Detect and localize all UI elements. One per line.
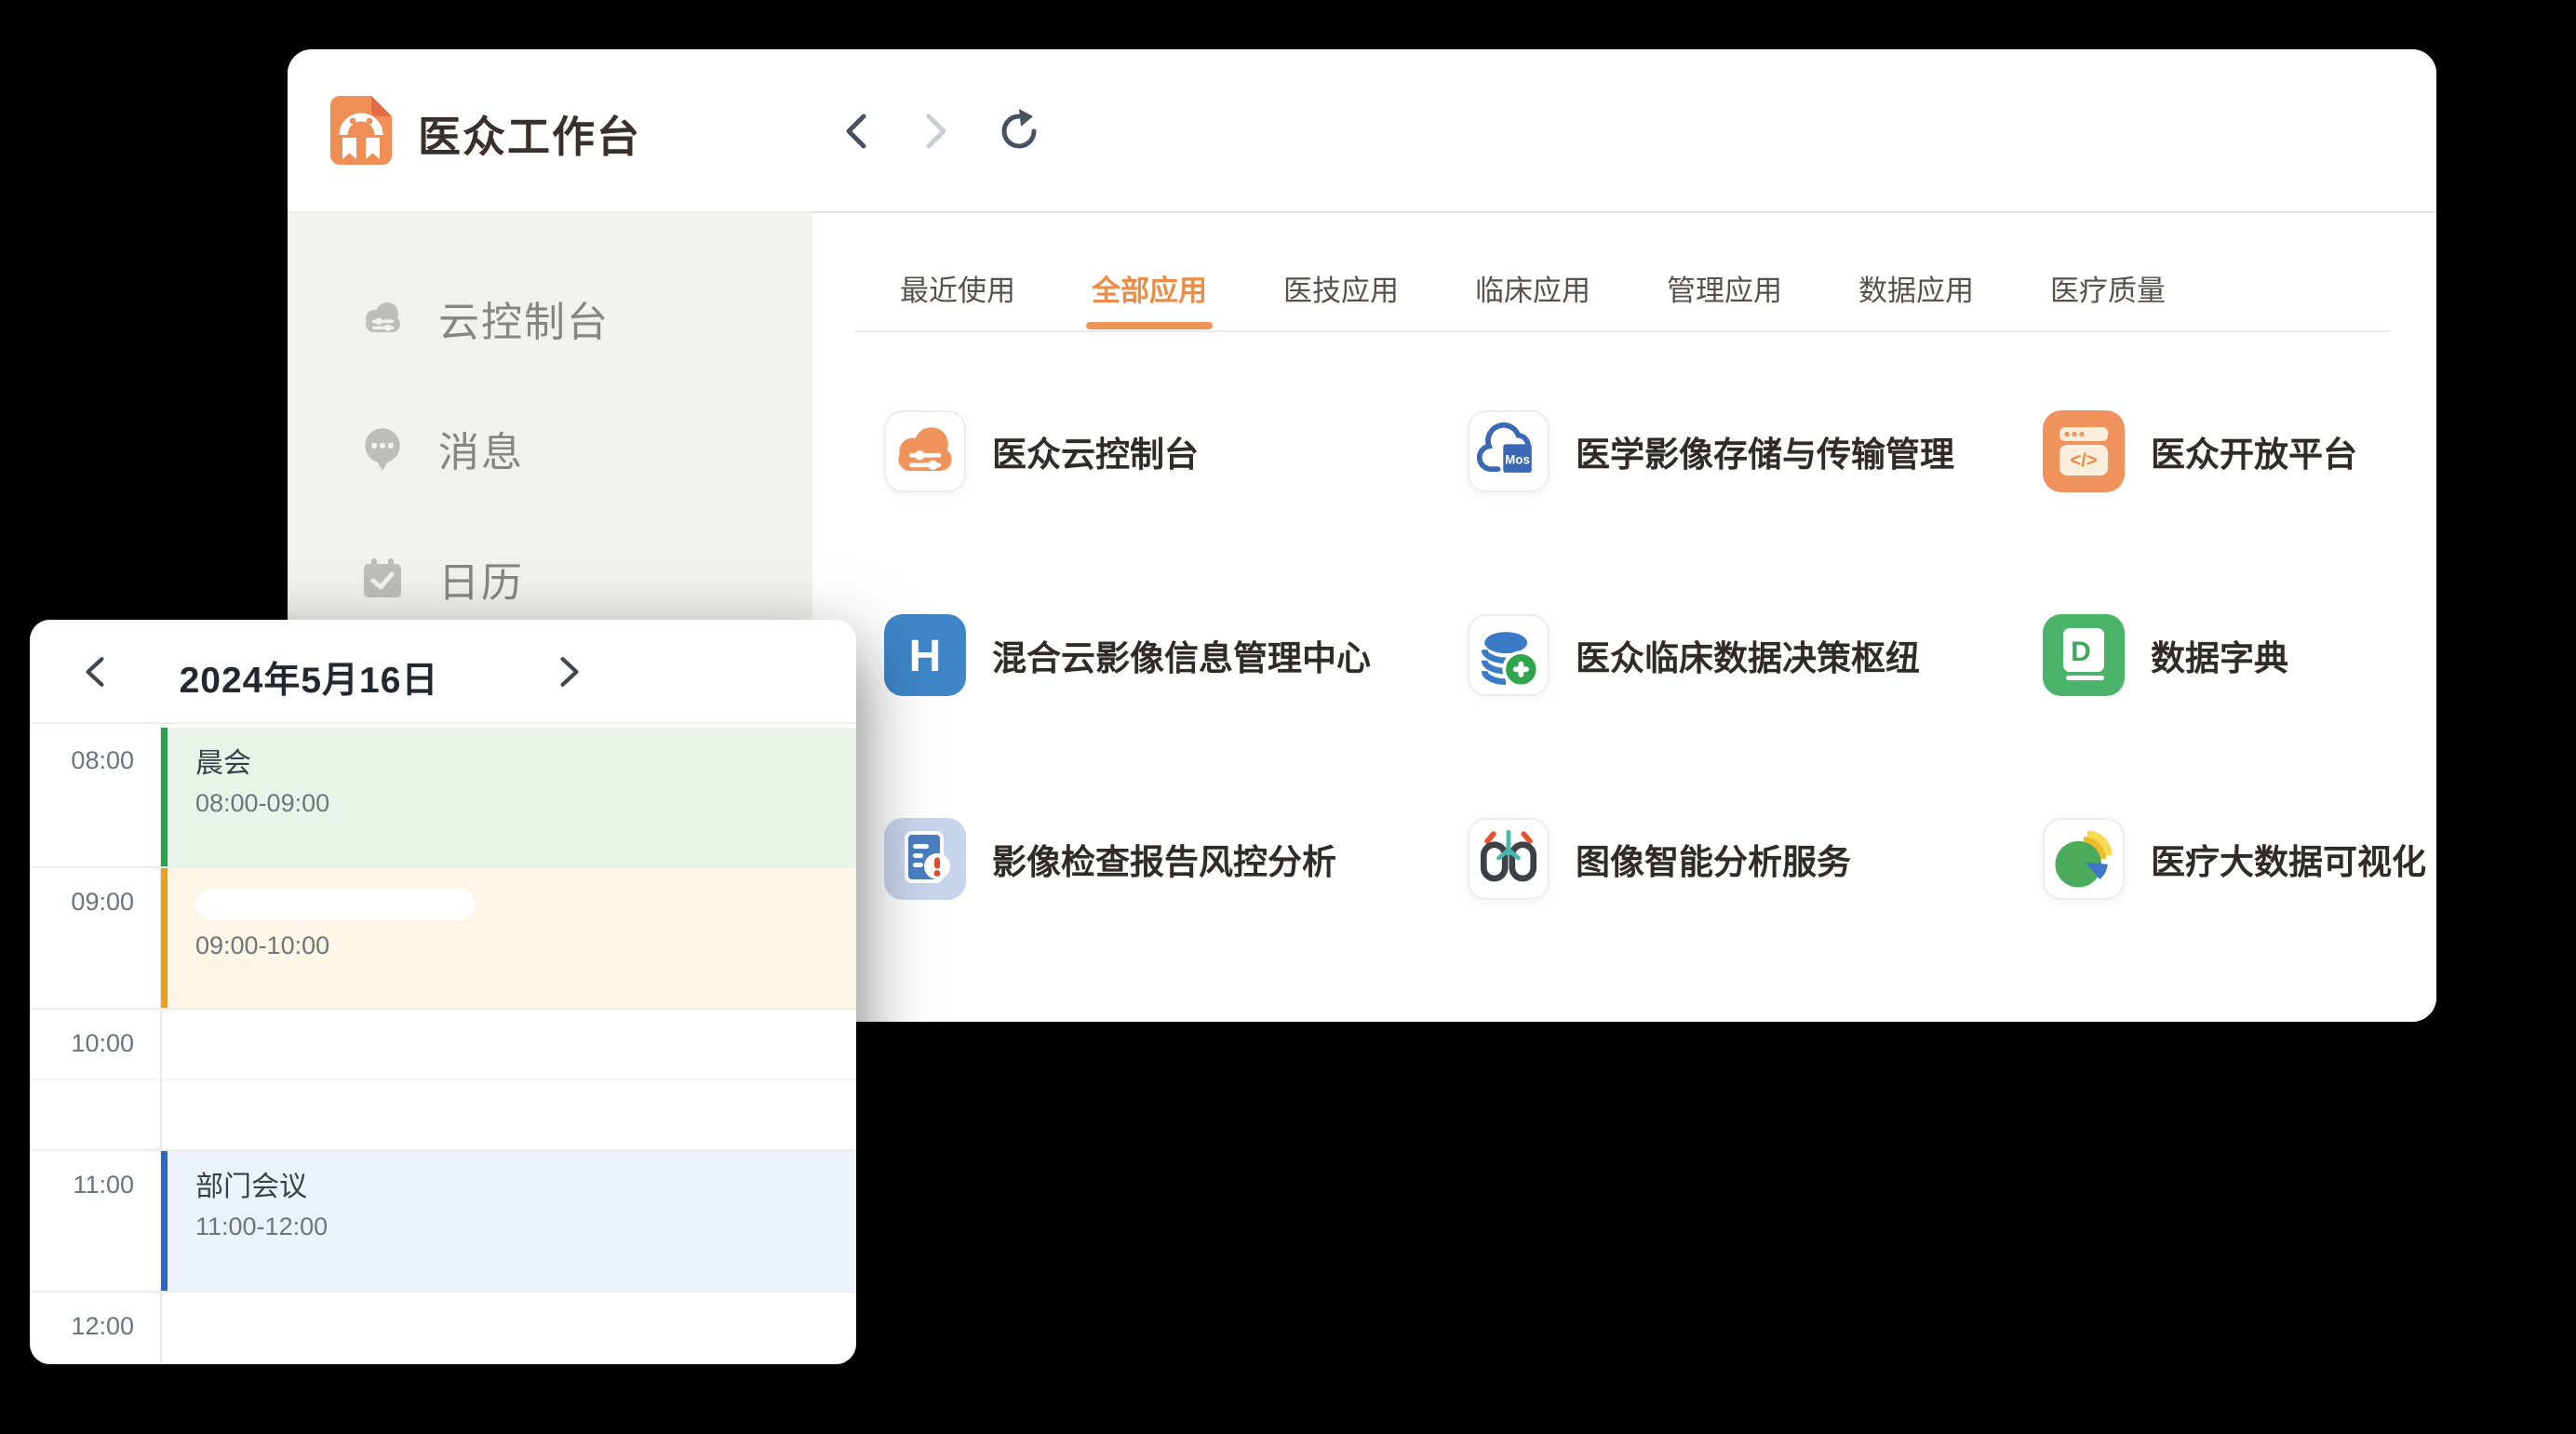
time-label: 10:00: [30, 1029, 134, 1058]
app-label: 医众开放平台: [2151, 426, 2357, 476]
sidebar-item-calendar[interactable]: 日历: [356, 550, 524, 608]
app-label: 影像检查报告风控分析: [992, 834, 1336, 884]
window-header: 医众工作台: [288, 49, 2436, 211]
app-label: 数据字典: [2151, 630, 2288, 680]
calendar-header: 2024年5月16日: [30, 620, 856, 724]
app-label: 医众云控制台: [992, 426, 1199, 476]
chevron-left-icon: [849, 116, 864, 146]
tab-recent[interactable]: 最近使用: [900, 267, 1015, 329]
orange-cloud-sliders-icon: [884, 410, 966, 492]
event-time: 11:00-12:00: [195, 1213, 856, 1241]
green-dictionary-icon: D: [2043, 614, 2125, 696]
event-title: 部门会议: [195, 1170, 856, 1205]
content-area: 最近使用 全部应用 医技应用 临床应用 管理应用 数据应用 医疗质量 医众云控: [812, 213, 2436, 1022]
event-time: 08:00-09:00: [195, 789, 856, 818]
hour-gridline: [30, 1008, 856, 1010]
tab-data-apps[interactable]: 数据应用: [1858, 267, 1974, 329]
sidebar-item-label: 云控制台: [438, 288, 610, 348]
calendar-panel: 2024年5月16日 08:00 09:00 10:00 11:00 12:00…: [30, 620, 856, 1364]
calendar-body: 08:00 09:00 10:00 11:00 12:00 晨会 08:00-0…: [30, 726, 856, 1364]
svg-text:D: D: [2071, 637, 2091, 667]
tab-clinical-apps[interactable]: 临床应用: [1475, 267, 1590, 329]
sidebar-item-messages[interactable]: 消息: [356, 420, 524, 477]
blue-h-icon: H: [884, 614, 966, 696]
app-image-ai-analysis[interactable]: 图像智能分析服务: [1468, 818, 1851, 900]
event-title: 晨会: [195, 746, 856, 782]
app-cloud-console[interactable]: 医众云控制台: [884, 410, 1199, 492]
app-report-risk-analysis[interactable]: 影像检查报告风控分析: [884, 818, 1336, 900]
sidebar-item-label: 消息: [438, 419, 524, 478]
code-window-icon: </>: [2043, 410, 2125, 492]
back-button[interactable]: [833, 109, 878, 154]
tab-quality-apps[interactable]: 医疗质量: [2050, 267, 2166, 329]
app-logo-icon: [330, 96, 392, 165]
half-hour-gridline: [30, 1079, 856, 1080]
chevron-left-icon: [88, 659, 102, 685]
nav-controls: [833, 109, 1041, 154]
lungs-icon: [1468, 818, 1550, 900]
calendar-prev-button[interactable]: [82, 655, 108, 693]
svg-text:Mos: Mos: [1505, 452, 1530, 466]
chat-bubble-icon: [356, 423, 409, 474]
refresh-icon: [1004, 116, 1034, 146]
app-label: 医疗大数据可视化: [2151, 834, 2426, 884]
calendar-event-department-meeting[interactable]: 部门会议 11:00-12:00: [161, 1151, 856, 1291]
app-open-platform[interactable]: </> 医众开放平台: [2043, 410, 2357, 492]
blue-cloud-mos-icon: Mos: [1468, 410, 1550, 492]
app-hybrid-imaging-center[interactable]: H 混合云影像信息管理中心: [884, 614, 1371, 696]
app-bigdata-visualization[interactable]: 医疗大数据可视化: [2043, 818, 2426, 900]
app-label: 医众临床数据决策枢纽: [1576, 630, 1920, 680]
sidebar-item-cloud-console[interactable]: 云控制台: [356, 289, 610, 347]
chevron-right-icon: [563, 659, 577, 685]
tab-all-apps[interactable]: 全部应用: [1092, 267, 1207, 329]
calendar-next-button[interactable]: [557, 655, 583, 693]
app-label: 医学影像存储与传输管理: [1576, 426, 1954, 476]
svg-text:H: H: [909, 632, 942, 681]
time-label: 08:00: [30, 746, 134, 775]
app-image-storage[interactable]: Mos 医学影像存储与传输管理: [1468, 410, 1954, 492]
tab-management-apps[interactable]: 管理应用: [1667, 267, 1782, 329]
event-title-redacted-pill: [195, 889, 476, 920]
database-plus-icon: [1468, 614, 1550, 696]
time-label: 12:00: [30, 1312, 134, 1341]
sidebar-item-label: 日历: [438, 549, 524, 609]
tab-medtech-apps[interactable]: 医技应用: [1283, 267, 1399, 329]
calendar-date-title: 2024年5月16日: [132, 651, 486, 704]
app-title: 医众工作台: [418, 103, 641, 165]
chevron-right-icon: [929, 116, 944, 146]
app-clinical-data-hub[interactable]: 医众临床数据决策枢纽: [1468, 614, 1920, 696]
hour-gridline: [30, 1291, 856, 1293]
calendar-event-redacted[interactable]: 09:00-10:00: [161, 868, 856, 1008]
app-data-dictionary[interactable]: D 数据字典: [2043, 614, 2288, 696]
event-time: 09:00-10:00: [195, 931, 856, 960]
svg-text:</>: </>: [2071, 450, 2098, 471]
report-alert-icon: [884, 818, 966, 900]
pie-chart-icon: [2043, 818, 2125, 900]
calendar-check-icon: [356, 555, 409, 603]
app-label: 混合云影像信息管理中心: [992, 630, 1371, 680]
refresh-button[interactable]: [997, 109, 1041, 154]
forward-button[interactable]: [915, 109, 959, 154]
tabs-divider: [855, 330, 2390, 332]
calendar-event-morning-meeting[interactable]: 晨会 08:00-09:00: [161, 728, 856, 866]
app-label: 图像智能分析服务: [1576, 834, 1851, 884]
tab-bar: 最近使用 全部应用 医技应用 临床应用 管理应用 数据应用 医疗质量: [900, 267, 2166, 329]
time-label: 09:00: [30, 888, 134, 917]
time-label: 11:00: [30, 1171, 134, 1199]
cloud-sliders-icon: [356, 294, 409, 342]
